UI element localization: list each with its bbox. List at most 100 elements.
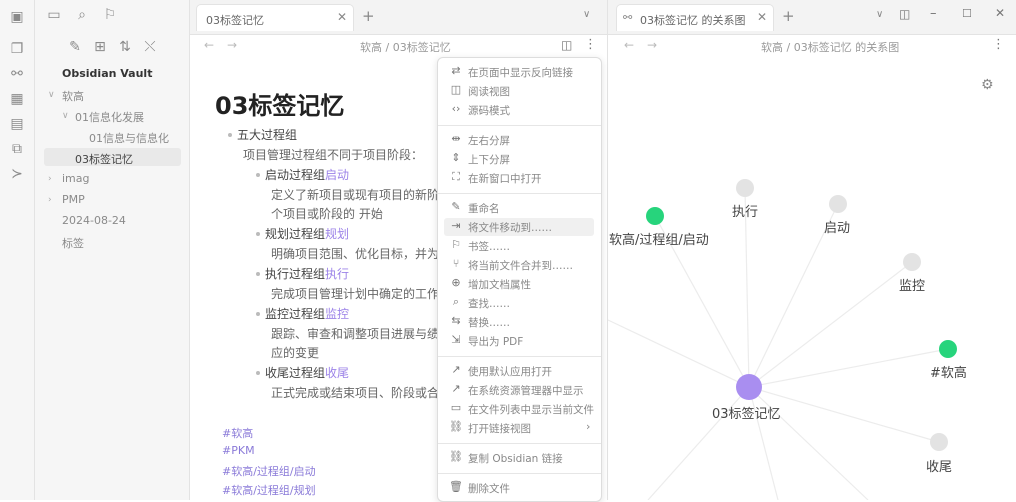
tag-link[interactable]: #软高/过程组/启动	[222, 463, 316, 479]
new-folder-icon[interactable]: ⊞	[91, 38, 109, 56]
graph-node[interactable]	[829, 195, 847, 213]
menu-item-bookmark[interactable]: ⚐ 书签……	[444, 237, 594, 255]
menu-divider	[438, 356, 601, 357]
context-menu: ⇄ 在页面中显示反向链接 ◫ 阅读视图 ‹› 源码模式 ⇹ 左右分屏 ⇕ 上下分屏 ⛶ 在新…	[437, 57, 602, 502]
graph-view-icon[interactable]: ⚯	[8, 65, 26, 83]
list-item: 应的变更	[271, 346, 320, 360]
bullet	[256, 312, 260, 316]
chevron-down-icon[interactable]: ∨	[48, 90, 55, 100]
new-note-icon[interactable]: ✎	[66, 38, 84, 56]
menu-item-open-default-app[interactable]: ↗ 使用默认应用打开	[444, 362, 594, 380]
close-icon[interactable]: ✕	[337, 10, 347, 24]
list-item: 定义了新项目或现有项目的新阶	[271, 188, 440, 202]
list-item: 执行过程组执行	[265, 267, 350, 281]
menu-item-move-file[interactable]: ⇥ 将文件移动到……	[444, 218, 594, 236]
chevron-right-icon: ›	[586, 420, 591, 433]
graph-node-tag[interactable]	[646, 207, 664, 225]
list-item: 规划过程组规划	[265, 227, 350, 241]
bookmark-icon: ⚐	[451, 238, 461, 251]
graph-node-label: #软高	[930, 366, 967, 381]
tree-file-date[interactable]: 2024-08-24	[62, 214, 126, 227]
chevron-right-icon[interactable]: ›	[48, 195, 52, 205]
menu-item-new-window[interactable]: ⛶ 在新窗口中打开	[444, 169, 594, 187]
list-item: 跟踪、审查和调整项目进展与绩	[271, 327, 440, 341]
graph-node-label: 执行	[732, 205, 759, 220]
menu-item-rename[interactable]: ✎ 重命名	[444, 199, 594, 217]
graph-pane: ⚯ 03标签记忆 的关系图 ✕ + ∨ ◫ – ☐ ✕ ← → 软高 / 03标…	[607, 0, 1016, 500]
menu-divider	[438, 193, 601, 194]
new-tab-icon[interactable]: +	[362, 7, 375, 25]
split-horizontal-icon: ⇕	[451, 151, 461, 164]
tree-file-xinxi[interactable]: 01信息与信息化	[89, 130, 169, 146]
bookmark-icon[interactable]: ⚐	[101, 6, 119, 24]
tree-folder-pmp[interactable]: PMP	[62, 193, 85, 206]
graph-node-label: 软高/过程组/启动	[609, 233, 709, 248]
menu-item-show-in-explorer[interactable]: ↗ 在系统资源管理器中显示	[444, 381, 594, 399]
forward-arrow-icon[interactable]: →	[227, 38, 237, 52]
menu-item-source-mode[interactable]: ‹› 源码模式	[444, 101, 594, 119]
tree-folder-ruangao[interactable]: 软高	[62, 88, 84, 104]
collapse-all-icon[interactable]: ⤬	[141, 38, 159, 56]
menu-item-add-property[interactable]: ⊕ 增加文档属性	[444, 275, 594, 293]
menu-item-replace[interactable]: ⇆ 替换……	[444, 313, 594, 331]
tag-link[interactable]: #PKM	[222, 444, 255, 457]
bullet	[256, 173, 260, 177]
link-icon: ⛓	[449, 450, 463, 463]
search-icon[interactable]: ⌕	[73, 6, 91, 24]
menu-item-reading-view[interactable]: ◫ 阅读视图	[444, 82, 594, 100]
tree-file-active[interactable]: 03标签记忆	[75, 151, 133, 167]
menu-item-merge[interactable]: ⑂ 将当前文件合并到……	[444, 256, 594, 274]
menu-item-find[interactable]: ⌕ 查找……	[444, 294, 594, 312]
list-item: 项目管理过程组不同于项目阶段：	[243, 148, 424, 162]
folder-open-icon: ▭	[450, 401, 462, 414]
menu-item-link-view[interactable]: ⛓ 打开链接视图 ›	[444, 419, 594, 437]
menu-item-split-down[interactable]: ⇕ 上下分屏	[444, 150, 594, 168]
sort-icon[interactable]: ⇅	[116, 38, 134, 56]
toggle-sidebar-icon[interactable]: ▣	[8, 8, 26, 26]
open-quick-switcher-icon[interactable]: ❐	[8, 40, 26, 58]
menu-divider	[438, 125, 601, 126]
menu-item-delete[interactable]: 🗑 删除文件	[444, 479, 594, 497]
templates-icon[interactable]: ⧉	[8, 140, 26, 158]
graph-node-tag[interactable]	[939, 340, 957, 358]
graph-node[interactable]	[903, 253, 921, 271]
tag-link[interactable]: #软高/过程组/规划	[222, 482, 316, 498]
tree-folder-imag[interactable]: imag	[62, 172, 90, 185]
menu-item-backlinks[interactable]: ⇄ 在页面中显示反向链接	[444, 63, 594, 81]
list-item: 完成项目管理计划中确定的工作	[271, 287, 440, 301]
graph-node-label: 收尾	[926, 460, 953, 475]
graph-node-label: 启动	[824, 221, 851, 236]
chevron-right-icon[interactable]: ›	[48, 174, 52, 184]
folder-icon[interactable]: ▭	[45, 6, 63, 24]
graph-node[interactable]	[930, 433, 948, 451]
code-icon: ‹›	[451, 102, 461, 115]
tab-active-note[interactable]: 03标签记忆 ✕	[196, 4, 354, 31]
tree-folder-xinxihua[interactable]: 01信息化发展	[75, 109, 144, 125]
tag-link[interactable]: #软高	[222, 425, 253, 441]
expand-icon: ⛶	[452, 170, 460, 183]
menu-item-export-pdf[interactable]: ⇲ 导出为 PDF	[444, 332, 594, 350]
command-palette-icon[interactable]: ≻	[8, 165, 26, 183]
plus-circle-icon: ⊕	[451, 276, 461, 289]
list-item: 正式完成或结束项目、阶段或合	[271, 386, 440, 400]
menu-item-copy-link[interactable]: ⛓ 复制 Obsidian 链接	[444, 449, 594, 467]
graph-node-center[interactable]	[736, 374, 762, 400]
replace-icon: ⇆	[451, 314, 461, 327]
graph-canvas[interactable]	[608, 0, 1016, 500]
pencil-icon: ✎	[451, 200, 461, 213]
menu-item-reveal-in-list[interactable]: ▭ 在文件列表中显示当前文件	[444, 400, 594, 418]
chevron-down-icon[interactable]: ∨	[62, 111, 69, 121]
tree-file-tags[interactable]: 标签	[62, 235, 84, 251]
breadcrumb[interactable]: 软高 / 03标签记忆	[360, 39, 451, 55]
more-options-icon[interactable]: ⋮	[584, 37, 597, 52]
list-item: 启动过程组启动	[265, 168, 350, 182]
menu-item-split-right[interactable]: ⇹ 左右分屏	[444, 131, 594, 149]
list-item: 监控过程组监控	[265, 307, 350, 321]
canvas-icon[interactable]: ▦	[8, 90, 26, 108]
back-arrow-icon[interactable]: ←	[204, 38, 214, 52]
split-vertical-icon: ⇹	[451, 132, 461, 145]
chevron-down-icon[interactable]: ∨	[583, 9, 590, 20]
daily-note-icon[interactable]: ▤	[8, 115, 26, 133]
reading-view-icon[interactable]: ◫	[561, 38, 572, 52]
graph-node[interactable]	[736, 179, 754, 197]
